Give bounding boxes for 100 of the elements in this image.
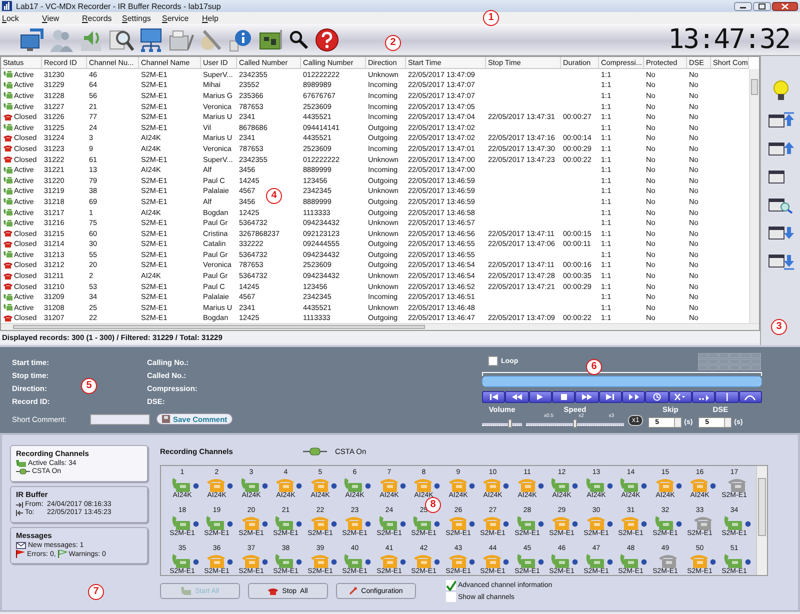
phone-icon[interactable] [172, 514, 192, 530]
menu-item[interactable]: Records [82, 14, 122, 22]
next-mark-button[interactable] [692, 391, 716, 403]
phone-icon[interactable] [310, 552, 330, 568]
window-down-icon[interactable] [768, 224, 794, 242]
phone-icon[interactable] [516, 552, 537, 568]
volume-slider[interactable] [482, 419, 522, 429]
phone-icon[interactable] [586, 514, 606, 530]
help-icon[interactable] [314, 26, 340, 52]
last-button[interactable] [598, 391, 622, 403]
curve-button[interactable] [738, 391, 762, 403]
vertical-scrollbar[interactable] [749, 69, 759, 324]
phone-icon[interactable] [586, 552, 606, 568]
phone-icon[interactable] [275, 476, 296, 492]
phone-icon[interactable] [724, 552, 744, 568]
network-icon[interactable] [138, 26, 164, 52]
phone-icon[interactable] [482, 476, 502, 492]
phone-icon[interactable] [310, 514, 330, 530]
monitor-arrow-icon[interactable] [18, 26, 44, 52]
phone-icon[interactable] [344, 514, 364, 530]
marker-button[interactable] [715, 391, 739, 403]
phone-icon[interactable] [206, 514, 226, 530]
phone-icon[interactable] [378, 552, 399, 568]
timer-icon [650, 393, 663, 401]
phone-icon[interactable] [516, 514, 537, 530]
window-up-top-icon[interactable] [768, 112, 794, 130]
phone-icon[interactable] [413, 514, 434, 530]
step-button[interactable] [622, 391, 646, 403]
phone-icon[interactable] [654, 514, 675, 530]
phone-icon[interactable] [551, 476, 572, 492]
phone-icon[interactable] [551, 552, 572, 568]
phone-icon[interactable] [378, 514, 399, 530]
phone-icon[interactable] [206, 476, 226, 492]
phone-icon[interactable] [172, 476, 192, 492]
phone-icon[interactable] [240, 552, 261, 568]
envelope-icon [16, 542, 26, 549]
arrow-out-icon [16, 510, 23, 516]
menu-item[interactable]: Lock [2, 14, 42, 22]
first-button[interactable] [482, 391, 506, 403]
phone-icon [268, 587, 278, 595]
phone-icon[interactable] [344, 552, 364, 568]
phone-icon[interactable] [275, 514, 296, 530]
vertical-scrollbar[interactable] [756, 466, 767, 575]
phone-icon[interactable] [413, 476, 434, 492]
phone-icon[interactable] [448, 514, 468, 530]
phone-icon[interactable] [482, 514, 502, 530]
phone-icon[interactable] [689, 476, 710, 492]
phone-icon[interactable] [586, 476, 606, 492]
menu-item[interactable]: View [42, 14, 82, 22]
horizontal-scrollbar[interactable] [1, 323, 759, 330]
phone-icon[interactable] [689, 552, 710, 568]
stop-button[interactable] [552, 391, 576, 403]
phone-icon[interactable] [378, 476, 399, 492]
level-meter-drawing [698, 353, 762, 371]
maximize-button[interactable] [753, 2, 771, 10]
phone-icon[interactable] [413, 552, 434, 568]
phone-icon[interactable] [658, 552, 678, 568]
phone-icon[interactable] [482, 552, 502, 568]
search-icon[interactable] [288, 28, 310, 50]
phone-icon[interactable] [724, 514, 744, 530]
play-button[interactable] [528, 391, 552, 403]
phone-icon[interactable] [240, 514, 261, 530]
minimize-button[interactable] [734, 2, 752, 10]
phone-icon[interactable] [344, 476, 364, 492]
next-mark-icon [698, 393, 710, 401]
speed-slider[interactable] [526, 419, 624, 429]
phone-icon[interactable] [516, 476, 537, 492]
checkbox[interactable] [446, 580, 456, 590]
phone-icon[interactable] [448, 552, 468, 568]
rewind-button[interactable] [505, 391, 529, 403]
phone-icon[interactable] [692, 514, 713, 530]
close-button[interactable] [772, 2, 798, 10]
phone-icon[interactable] [448, 476, 468, 492]
phone-icon[interactable] [620, 552, 640, 568]
phone-icon[interactable] [551, 514, 572, 530]
phone-icon[interactable] [727, 476, 748, 492]
cut-button[interactable] [668, 391, 692, 403]
phone-icon[interactable] [620, 514, 640, 530]
phone-icon[interactable] [654, 476, 675, 492]
menu-item[interactable]: Settings [122, 14, 162, 22]
phone-icon[interactable] [275, 552, 296, 568]
window-search-icon[interactable] [768, 196, 794, 214]
phone-icon[interactable] [240, 476, 261, 492]
checkbox[interactable] [488, 356, 498, 366]
phone-icon[interactable] [172, 552, 192, 568]
checkbox[interactable] [446, 592, 456, 602]
signal-bars-icon [2, 1, 12, 11]
window-up-icon[interactable] [768, 140, 794, 158]
phone-icon[interactable] [206, 552, 226, 568]
phone-icon[interactable] [310, 476, 330, 492]
menu-item[interactable]: Service [162, 14, 202, 22]
menu-item[interactable]: Help [202, 14, 242, 22]
window-down-bottom-icon[interactable] [768, 252, 794, 270]
timer-button[interactable] [645, 391, 669, 403]
phone-icon[interactable] [620, 476, 640, 492]
cut-icon [674, 393, 686, 401]
light-bulb-icon[interactable] [772, 80, 788, 102]
phone-active-icon [16, 460, 26, 467]
forward-button[interactable] [575, 391, 599, 403]
comment-field[interactable] [90, 414, 150, 424]
